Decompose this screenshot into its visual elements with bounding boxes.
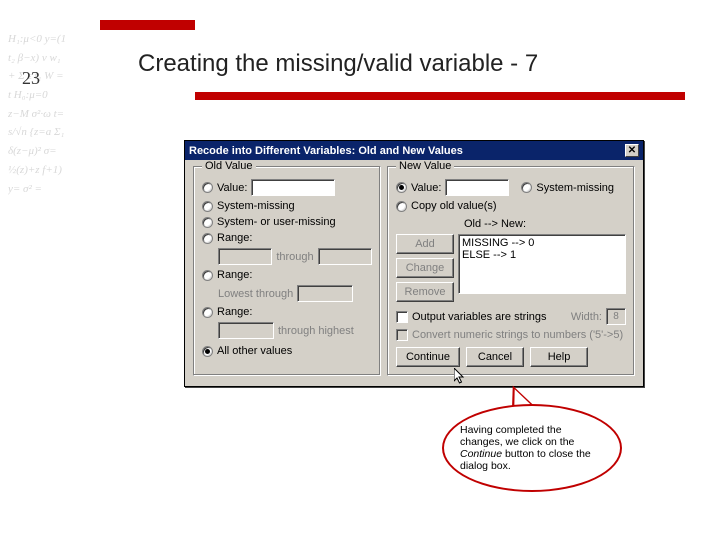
- old-sysuser-radio[interactable]: [202, 217, 213, 228]
- range2-to-input[interactable]: [297, 285, 353, 302]
- list-item[interactable]: ELSE --> 1: [462, 249, 622, 261]
- lowest-through-label: Lowest through: [218, 288, 293, 300]
- range1-to-input[interactable]: [318, 248, 372, 265]
- new-value-input[interactable]: [445, 179, 509, 196]
- slide-number: 23: [22, 68, 40, 89]
- output-strings-checkbox[interactable]: [396, 311, 408, 323]
- change-button[interactable]: Change: [396, 258, 454, 278]
- convert-numeric-label: Convert numeric strings to numbers ('5'-…: [412, 329, 623, 341]
- old-range1-radio[interactable]: [202, 233, 213, 244]
- cancel-button[interactable]: Cancel: [466, 347, 524, 367]
- page-title: Creating the missing/valid variable - 7: [138, 50, 538, 78]
- old-value-label: Value:: [217, 182, 247, 194]
- range1-from-input[interactable]: [218, 248, 272, 265]
- new-sysmis-label: System-missing: [536, 182, 614, 194]
- old-value-group: Old Value Value: System-missing System- …: [193, 166, 381, 376]
- old-range1-label: Range:: [217, 232, 252, 244]
- old-value-input[interactable]: [251, 179, 335, 196]
- rules-listbox[interactable]: MISSING --> 0 ELSE --> 1: [458, 234, 626, 294]
- instruction-callout: Having completed the changes, we click o…: [442, 404, 622, 492]
- add-button[interactable]: Add: [396, 234, 454, 254]
- new-sysmis-radio[interactable]: [521, 182, 532, 193]
- title-underline: [195, 92, 685, 100]
- list-item[interactable]: MISSING --> 0: [462, 237, 622, 249]
- width-label: Width:: [571, 311, 602, 323]
- recode-dialog: Recode into Different Variables: Old and…: [184, 140, 644, 387]
- convert-numeric-checkbox: [396, 329, 408, 341]
- old-value-radio[interactable]: [202, 182, 213, 193]
- old-sysmis-radio[interactable]: [202, 201, 213, 212]
- width-input[interactable]: 8: [606, 308, 626, 325]
- old-range2-label: Range:: [217, 269, 252, 281]
- close-button[interactable]: ✕: [625, 144, 639, 157]
- old-range2-radio[interactable]: [202, 270, 213, 281]
- new-value-group: New Value Value: System-missing Copy old…: [387, 166, 635, 376]
- old-range3-label: Range:: [217, 306, 252, 318]
- range3-from-input[interactable]: [218, 322, 274, 339]
- callout-emph: Continue: [460, 448, 502, 460]
- continue-button[interactable]: Continue: [396, 347, 460, 367]
- through-highest-label: through highest: [278, 325, 354, 337]
- copy-old-radio[interactable]: [396, 201, 407, 212]
- range1-through-label: through: [276, 251, 313, 263]
- old-sysmis-label: System-missing: [217, 200, 295, 212]
- old-value-legend: Old Value: [202, 160, 256, 172]
- new-value-radio[interactable]: [396, 182, 407, 193]
- all-other-values-label: All other values: [217, 345, 292, 357]
- top-accent-bar: [100, 20, 195, 30]
- new-value-label: Value:: [411, 182, 441, 194]
- output-strings-label: Output variables are strings: [412, 311, 547, 323]
- callout-text-1: Having completed the changes, we click o…: [460, 424, 574, 448]
- old-range3-radio[interactable]: [202, 307, 213, 318]
- remove-button[interactable]: Remove: [396, 282, 454, 302]
- math-background: H₁:μ<0 y=(1 t₂ β−x) v w₁ + Σ ε t₁ W = t …: [8, 30, 68, 490]
- old-sysuser-label: System- or user-missing: [217, 216, 336, 228]
- dialog-title: Recode into Different Variables: Old and…: [189, 145, 463, 157]
- help-button[interactable]: Help: [530, 347, 588, 367]
- dialog-titlebar[interactable]: Recode into Different Variables: Old and…: [185, 141, 643, 160]
- all-other-values-radio[interactable]: [202, 346, 213, 357]
- old-new-label: Old --> New:: [464, 218, 624, 230]
- copy-old-label: Copy old value(s): [411, 200, 497, 212]
- new-value-legend: New Value: [396, 160, 454, 172]
